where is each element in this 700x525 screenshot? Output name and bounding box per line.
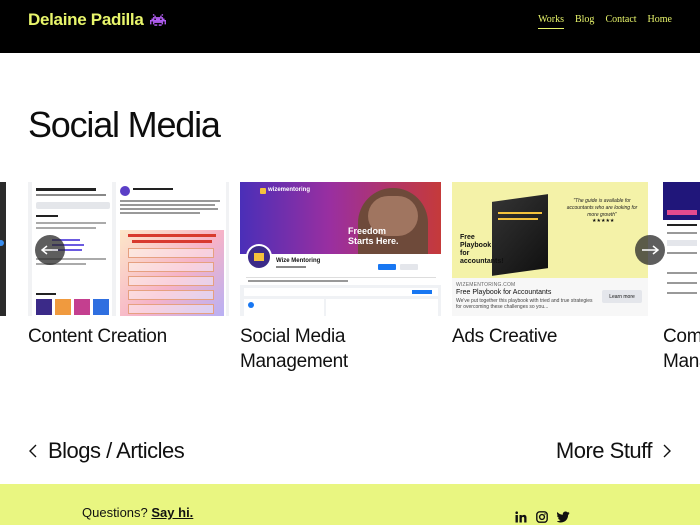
carousel-slide-ads-creative[interactable]: Free Playbook for accountants! "The guid… xyxy=(452,182,653,349)
slide-thumbnail xyxy=(663,182,700,316)
space-invader-icon xyxy=(149,14,166,26)
say-hi-link[interactable]: Say hi. xyxy=(151,505,193,520)
slide-thumbnail: wizementoring Freedom Starts Here. Wize … xyxy=(240,182,441,316)
thumb-quote: "The guide is available for accountants … xyxy=(566,198,638,218)
carousel-slide-social-media-management[interactable]: wizementoring Freedom Starts Here. Wize … xyxy=(240,182,441,374)
next-section-link[interactable]: More Stuff xyxy=(556,438,672,464)
nav-works[interactable]: Works xyxy=(538,14,564,29)
brand-logo[interactable]: Delaine Padilla xyxy=(28,10,166,30)
twitter-icon[interactable] xyxy=(556,510,570,523)
thumb-ad-title: Free Playbook for Accountants xyxy=(456,289,552,296)
carousel-prev-button[interactable] xyxy=(35,235,65,265)
arrow-left-icon xyxy=(41,245,58,255)
main-nav: Works Blog Contact Home xyxy=(538,14,672,29)
nav-blog[interactable]: Blog xyxy=(575,14,594,29)
thumb-page-name: Wize Mentoring xyxy=(276,258,321,264)
prev-section-label[interactable]: Blogs / Articles xyxy=(48,438,185,464)
slide-caption[interactable]: Community Management xyxy=(663,324,700,374)
nav-contact[interactable]: Contact xyxy=(605,14,636,29)
chevron-right-icon xyxy=(663,444,671,458)
footer-question: Questions? Say hi. xyxy=(82,505,193,520)
instagram-icon[interactable] xyxy=(536,510,548,523)
slide-thumbnail: Free Playbook for accountants! "The guid… xyxy=(452,182,653,316)
linkedin-icon[interactable] xyxy=(515,510,527,523)
chevron-left-icon xyxy=(29,444,37,458)
thumb-stars: ★★★★★ xyxy=(592,218,615,224)
thumb-brand: wizementoring xyxy=(268,187,311,193)
social-links xyxy=(515,510,570,523)
carousel-slide-partial-left[interactable] xyxy=(0,182,6,316)
carousel-next-button[interactable] xyxy=(635,235,665,265)
thumb-ad-cta: Learn more xyxy=(602,290,642,303)
prev-section-link[interactable]: Blogs / Articles xyxy=(28,438,185,464)
arrow-right-icon xyxy=(642,245,659,255)
site-footer: Questions? Say hi. xyxy=(0,484,700,525)
works-carousel: Content Creation wizementoring Freedom S… xyxy=(0,182,700,382)
site-header: Delaine Padilla Works Blog Contact Home xyxy=(0,0,700,53)
thumb-ad-domain: WIZEMENTORING.COM xyxy=(456,282,516,288)
thumb-headline: Freedom Starts Here. xyxy=(348,226,399,246)
carousel-slide-community-management[interactable]: Community Management xyxy=(663,182,700,374)
slide-caption[interactable]: Ads Creative xyxy=(452,324,653,349)
slide-caption[interactable]: Social Media Management xyxy=(240,324,441,374)
slide-thumbnail xyxy=(0,182,6,316)
next-section-label[interactable]: More Stuff xyxy=(556,438,653,464)
thumb-ad-desc: We've put together this playbook with tr… xyxy=(456,298,593,310)
nav-home[interactable]: Home xyxy=(648,14,672,29)
thumb-book-title: Free Playbook for accountants! xyxy=(460,234,504,265)
brand-name[interactable]: Delaine Padilla xyxy=(28,10,144,30)
carousel-slide-content-creation[interactable]: Content Creation xyxy=(28,182,229,349)
footer-question-text: Questions? xyxy=(82,505,148,520)
page-title: Social Media xyxy=(28,104,221,145)
slide-caption[interactable]: Content Creation xyxy=(28,324,229,349)
